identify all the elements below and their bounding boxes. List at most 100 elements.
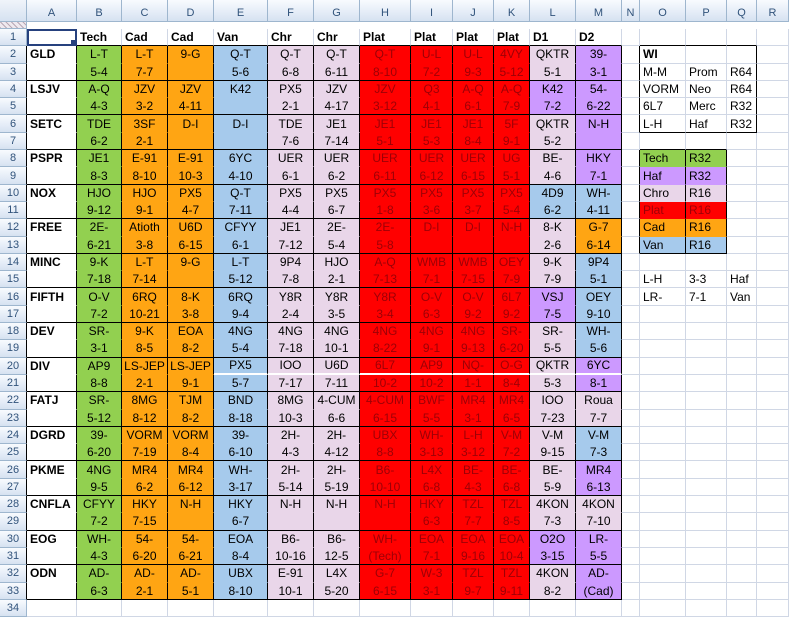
cell-A24[interactable]: DGRD xyxy=(27,426,77,445)
cell-O34[interactable] xyxy=(640,599,686,617)
cell-A32[interactable]: ODN xyxy=(27,565,77,583)
cell-F15[interactable]: 7-8 xyxy=(268,271,314,289)
cell-A8[interactable]: PSPR xyxy=(27,150,77,168)
cell-N17[interactable] xyxy=(622,305,640,324)
cell-P13[interactable]: R16 xyxy=(686,236,727,254)
cell-L3[interactable]: 5-1 xyxy=(530,63,576,81)
cell-R18[interactable] xyxy=(757,323,789,341)
cell-B22[interactable]: SR- xyxy=(77,392,122,410)
cell-J17[interactable]: 9-2 xyxy=(453,305,494,324)
cell-L1[interactable]: D1 xyxy=(530,29,576,47)
cell-D25[interactable]: 8-4 xyxy=(168,444,214,462)
cell-K13[interactable] xyxy=(494,236,530,254)
cell-A27[interactable] xyxy=(27,478,77,497)
cell-M21[interactable]: 8-1 xyxy=(576,374,622,393)
cell-D13[interactable]: 6-15 xyxy=(168,236,214,254)
cell-Q7[interactable] xyxy=(727,132,757,151)
cell-G5[interactable]: 4-17 xyxy=(314,98,360,116)
cell-K10[interactable]: PX5 xyxy=(494,184,530,202)
cell-R7[interactable] xyxy=(757,132,789,151)
cell-O24[interactable] xyxy=(640,426,686,445)
cell-O4[interactable]: VORM xyxy=(640,80,686,99)
cell-A10[interactable]: NOX xyxy=(27,184,77,202)
cell-H9[interactable]: 6-11 xyxy=(360,167,411,185)
cell-J10[interactable]: PX5 xyxy=(453,184,494,202)
cell-R29[interactable] xyxy=(757,513,789,531)
cell-Q2[interactable] xyxy=(727,46,757,64)
cell-R4[interactable] xyxy=(757,80,789,99)
cell-N4[interactable] xyxy=(622,80,640,99)
select-all-corner[interactable] xyxy=(0,0,27,22)
cell-I13[interactable] xyxy=(411,236,453,254)
cell-F31[interactable]: 10-16 xyxy=(268,547,314,566)
cell-N15[interactable] xyxy=(622,271,640,289)
cell-P29[interactable] xyxy=(686,513,727,531)
cell-C2[interactable]: L-T xyxy=(122,46,168,64)
cell-P7[interactable] xyxy=(686,132,727,151)
cell-R26[interactable] xyxy=(757,461,789,479)
cell-H27[interactable]: 10-10 xyxy=(360,478,411,497)
cell-Q18[interactable] xyxy=(727,323,757,341)
cell-H24[interactable]: UBX xyxy=(360,426,411,445)
row-header-25[interactable]: 25 xyxy=(0,444,27,462)
cell-H14[interactable]: A-Q xyxy=(360,253,411,272)
cell-H34[interactable] xyxy=(360,599,411,617)
cell-E32[interactable]: UBX xyxy=(214,565,268,583)
cell-M1[interactable]: D2 xyxy=(576,29,622,47)
cell-C1[interactable]: Cad xyxy=(122,29,168,47)
cell-A17[interactable] xyxy=(27,305,77,324)
cell-E25[interactable]: 6-10 xyxy=(214,444,268,462)
cell-E3[interactable]: 5-6 xyxy=(214,63,268,81)
cell-J22[interactable]: MR4 xyxy=(453,392,494,410)
cell-K28[interactable]: TZL xyxy=(494,496,530,514)
cell-A20[interactable]: DIV xyxy=(27,357,77,375)
cell-L6[interactable]: QKTR xyxy=(530,115,576,133)
cell-I28[interactable]: HKY xyxy=(411,496,453,514)
cell-Q16[interactable]: Van xyxy=(727,288,757,306)
cell-M20[interactable]: 6YC xyxy=(576,357,622,375)
cell-G14[interactable]: HJO xyxy=(314,253,360,272)
cell-K9[interactable]: 5-1 xyxy=(494,167,530,185)
cell-N29[interactable] xyxy=(622,513,640,531)
col-header-H[interactable]: H xyxy=(360,0,411,22)
cell-G17[interactable]: 3-5 xyxy=(314,305,360,324)
cell-E26[interactable]: WH- xyxy=(214,461,268,479)
cell-E30[interactable]: EOA xyxy=(214,530,268,548)
cell-C29[interactable]: 7-15 xyxy=(122,513,168,531)
cell-Q17[interactable] xyxy=(727,305,757,324)
cell-G31[interactable]: 12-5 xyxy=(314,547,360,566)
cell-O10[interactable]: Chro xyxy=(640,184,686,202)
cell-C17[interactable]: 10-21 xyxy=(122,305,168,324)
cell-N20[interactable] xyxy=(622,357,640,375)
cell-E13[interactable]: 6-1 xyxy=(214,236,268,254)
cell-R22[interactable] xyxy=(757,392,789,410)
cell-H4[interactable]: JZV xyxy=(360,80,411,99)
cell-N34[interactable] xyxy=(622,599,640,617)
cell-K19[interactable]: 6-20 xyxy=(494,340,530,358)
cell-G3[interactable]: 6-11 xyxy=(314,63,360,81)
cell-F33[interactable]: 10-1 xyxy=(268,582,314,600)
cell-F27[interactable]: 5-14 xyxy=(268,478,314,497)
cell-Q4[interactable]: R64 xyxy=(727,80,757,99)
cell-D24[interactable]: VORM xyxy=(168,426,214,445)
cell-F8[interactable]: UER xyxy=(268,150,314,168)
cell-N14[interactable] xyxy=(622,253,640,272)
cell-D1[interactable]: Cad xyxy=(168,29,214,47)
cell-Q25[interactable] xyxy=(727,444,757,462)
cell-P25[interactable] xyxy=(686,444,727,462)
col-header-B[interactable]: B xyxy=(77,0,122,22)
cell-E6[interactable]: D-I xyxy=(214,115,268,133)
cell-E20[interactable]: PX5 xyxy=(214,357,268,375)
cell-F2[interactable]: Q-T xyxy=(268,46,314,64)
row-header-30[interactable]: 30 xyxy=(0,530,27,548)
cell-A33[interactable] xyxy=(27,582,77,600)
cell-P28[interactable] xyxy=(686,496,727,514)
cell-D10[interactable]: PX5 xyxy=(168,184,214,202)
cell-L23[interactable]: 7-23 xyxy=(530,409,576,427)
cell-F7[interactable]: 7-6 xyxy=(268,132,314,151)
cell-Q32[interactable] xyxy=(727,565,757,583)
cell-A12[interactable]: FREE xyxy=(27,219,77,237)
cell-N7[interactable] xyxy=(622,132,640,151)
cell-A2[interactable]: GLD xyxy=(27,46,77,64)
cell-L26[interactable]: BE- xyxy=(530,461,576,479)
